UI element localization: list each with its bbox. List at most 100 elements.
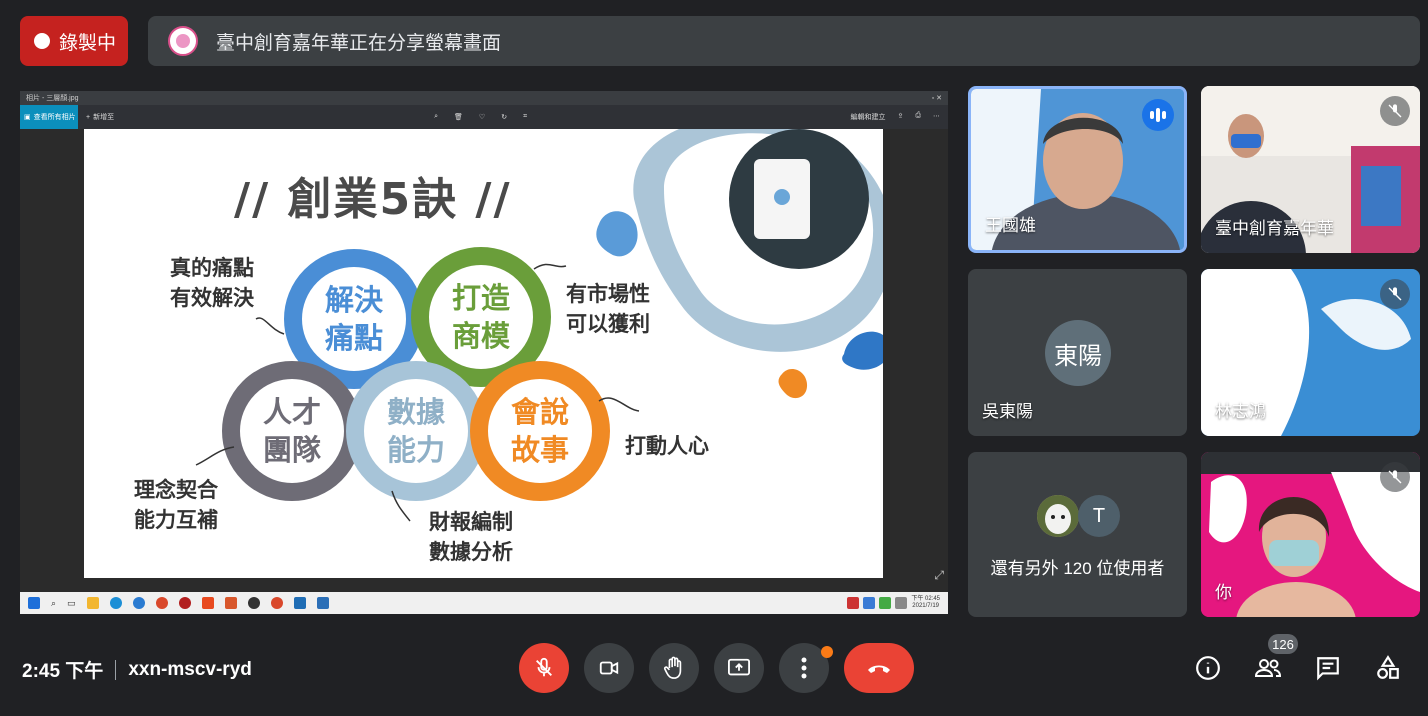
mic-off-icon	[1380, 279, 1410, 309]
raise-hand-button[interactable]	[649, 643, 699, 693]
photos-icon	[316, 597, 329, 609]
app-icon	[247, 597, 260, 609]
windows-taskbar: ⌕ ▭ 下午 02:45 2021/7/19	[20, 592, 948, 614]
chrome-icon	[270, 597, 283, 609]
participant-avatar: 東陽	[1045, 320, 1111, 386]
presenting-banner: 臺中創育嘉年華正在分享螢幕畫面	[148, 16, 1420, 66]
record-dot-icon	[34, 33, 50, 49]
zoom-icon: ⌕	[434, 113, 439, 120]
participant-avatar-photo	[1037, 495, 1079, 537]
camera-toggle-button[interactable]	[584, 643, 634, 693]
hangup-icon	[868, 665, 890, 673]
taskbar-clock: 下午 02:45 2021/7/19	[911, 596, 940, 610]
crop-icon: ⌗	[523, 113, 528, 120]
app-icon	[178, 597, 191, 609]
add-to-button: + 新增至	[86, 112, 114, 122]
hand-icon	[664, 656, 682, 679]
notification-dot	[821, 646, 833, 658]
meeting-info: 2:45 下午 xxn-mscv-ryd	[22, 656, 252, 683]
info-icon	[1196, 656, 1220, 680]
tray-icon	[895, 597, 908, 609]
shared-window-title: 相片 - 三層顏.jpg	[26, 95, 79, 102]
activities-shapes-icon	[1377, 655, 1399, 679]
participant-name: 吳東陽	[982, 402, 1033, 421]
people-icon	[1254, 659, 1282, 677]
view-all-label: 查看所有相片	[33, 114, 76, 121]
mic-off-icon	[536, 657, 552, 677]
ie-icon	[132, 597, 145, 609]
mic-toggle-button[interactable]	[519, 643, 569, 693]
system-tray: 下午 02:45 2021/7/19	[847, 596, 940, 610]
presenter-avatar	[168, 26, 198, 56]
self-tile[interactable]: 你	[1201, 452, 1420, 617]
meeting-details-button[interactable]	[1192, 652, 1224, 684]
people-button[interactable]	[1252, 652, 1284, 684]
participant-tile[interactable]: 林志鴻	[1201, 269, 1420, 436]
recording-indicator[interactable]: 錄製中	[20, 16, 128, 66]
clock-date: 2021/7/19	[912, 603, 939, 609]
speaking-indicator-icon	[1142, 99, 1174, 131]
participant-name: 王國雄	[985, 216, 1036, 235]
more-icon: ⋯	[933, 113, 940, 120]
task-view-icon: ▭	[67, 597, 76, 608]
participant-name: 臺中創育嘉年華	[1215, 219, 1334, 238]
folder-icon	[86, 597, 99, 609]
photo-icon: ▣	[24, 114, 31, 121]
presenting-text: 臺中創育嘉年華正在分享螢幕畫面	[216, 32, 502, 54]
present-icon	[728, 658, 750, 676]
arrows-graphic	[195, 263, 640, 522]
photos-toolbar: ▣ 查看所有相片 + 新增至 ⌕ 🗑 ♡ ↻ ⌗ 編輯和建立 ⇪ ⎙ ⋯	[20, 105, 948, 129]
search-icon: ⌕	[51, 597, 57, 608]
powerpoint-icon	[224, 597, 237, 609]
app-icon	[293, 597, 306, 609]
participant-avatar: T	[1078, 495, 1120, 537]
clock-time: 下午 02:45	[911, 596, 940, 602]
add-to-label: 新增至	[93, 114, 115, 121]
photo-tools: ⌕ 🗑 ♡ ↻ ⌗	[434, 113, 527, 121]
participant-tile-speaking[interactable]: 王國雄	[968, 86, 1187, 253]
participant-count-badge: 126	[1268, 634, 1298, 654]
window-controls-icon: ▫ ✕	[931, 95, 942, 102]
edge-icon	[109, 597, 122, 609]
fullscreen-icon: ⤢	[934, 568, 944, 582]
print-icon: ⎙	[915, 112, 921, 119]
mic-off-icon	[1380, 96, 1410, 126]
slide: // 創業5訣 // 解決 痛點 打造 商模 人才 團隊 數據 能力 會說 故事 真的痛點…	[84, 129, 883, 578]
meeting-code: xxn-mscv-ryd	[128, 658, 252, 680]
more-options-button[interactable]	[779, 643, 833, 693]
chrome-icon	[155, 597, 168, 609]
camera-icon	[599, 661, 619, 675]
mic-off-icon	[1380, 462, 1410, 492]
edit-create-label: 編輯和建立	[850, 114, 886, 121]
share-icon: ⇪	[897, 113, 904, 120]
participant-tile[interactable]: 臺中創育嘉年華	[1201, 86, 1420, 253]
present-screen-button[interactable]	[714, 643, 764, 693]
rotate-icon: ↻	[501, 114, 508, 121]
tray-icon	[847, 597, 860, 609]
chat-icon	[1317, 657, 1339, 681]
participant-name: 林志鴻	[1215, 402, 1266, 421]
leave-call-button[interactable]	[844, 643, 914, 693]
recording-label: 錄製中	[59, 32, 117, 54]
tray-icon	[879, 597, 892, 609]
chat-button[interactable]	[1312, 652, 1344, 684]
view-all-photos-button: ▣ 查看所有相片	[20, 105, 78, 129]
screen-share-view[interactable]: 相片 - 三層顏.jpg ▫ ✕ ▣ 查看所有相片 + 新增至 ⌕ 🗑 ♡ ↻ …	[20, 91, 948, 614]
favorite-icon: ♡	[478, 114, 486, 121]
divider	[115, 659, 117, 680]
others-count-label: 還有另外 120 位使用者	[990, 559, 1165, 578]
shared-window-titlebar: 相片 - 三層顏.jpg ▫ ✕	[20, 91, 948, 105]
slide-viewport: // 創業5訣 // 解決 痛點 打造 商模 人才 團隊 數據 能力 會說 故事 真的痛點…	[20, 129, 948, 591]
participant-name: 你	[1215, 583, 1232, 602]
others-tile[interactable]: T 還有另外 120 位使用者	[968, 452, 1187, 617]
activities-button[interactable]	[1372, 652, 1404, 684]
plus-icon: +	[86, 113, 91, 121]
more-vert-icon	[801, 657, 807, 679]
delete-icon: 🗑	[454, 114, 463, 121]
start-icon	[28, 597, 40, 609]
photo-tools-right: 編輯和建立 ⇪ ⎙ ⋯	[851, 112, 948, 122]
tray-icon	[863, 597, 876, 609]
app-icon	[201, 597, 214, 609]
participant-tile[interactable]: 東陽 吳東陽	[968, 269, 1187, 436]
current-time: 2:45 下午	[22, 661, 104, 682]
